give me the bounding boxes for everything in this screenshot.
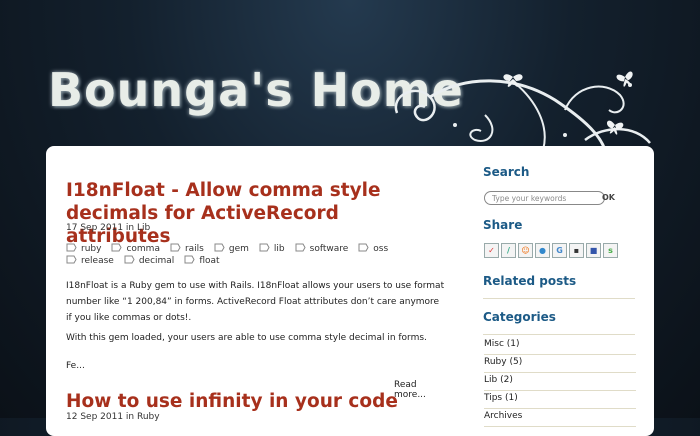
tag-label: comma xyxy=(126,244,160,254)
tag-icon xyxy=(124,255,135,264)
post-paragraph: I18nFloat is a Ruby gem to use with Rail… xyxy=(66,281,445,323)
tag-label: ruby xyxy=(81,244,102,254)
tag-label: release xyxy=(81,256,114,266)
delicious-icon[interactable]: ✓ xyxy=(484,243,499,258)
post-paragraph: With this gem loaded, your users are abl… xyxy=(66,333,427,343)
butterfly-swirl-decoration xyxy=(394,71,651,150)
content-card: I18nFloat - Allow comma style decimals f… xyxy=(46,146,654,436)
technorati-icon[interactable]: ● xyxy=(535,243,550,258)
tag-list: ruby comma rails gem lib software oss release de… xyxy=(66,243,446,267)
tag-link[interactable]: float xyxy=(184,255,220,267)
category-item[interactable]: Ruby (5) xyxy=(484,355,636,373)
post-meta: 17 Sep 2011 in Lib xyxy=(66,223,151,233)
tag-label: rails xyxy=(184,244,204,254)
tag-icon xyxy=(66,243,77,252)
category-item[interactable]: Lib (2) xyxy=(484,373,636,391)
tag-label: lib xyxy=(273,244,285,254)
search-widget-title: Search xyxy=(483,165,530,179)
search-input[interactable] xyxy=(484,191,605,205)
site-header: Bounga's Home xyxy=(45,55,655,150)
tag-label: gem xyxy=(228,244,249,254)
tag-link[interactable]: oss xyxy=(358,243,388,255)
butterfly-icon xyxy=(616,71,633,87)
tag-link[interactable]: decimal xyxy=(124,255,174,267)
digg-icon[interactable]: / xyxy=(501,243,516,258)
tag-icon xyxy=(111,243,123,252)
reddit-icon[interactable]: ☺ xyxy=(518,243,533,258)
post-paragraph: Fe... xyxy=(66,361,85,371)
divider xyxy=(483,298,635,299)
tag-icon xyxy=(295,243,306,252)
butterfly-icon xyxy=(607,120,624,135)
categories-title: Categories xyxy=(483,310,556,324)
tag-label: decimal xyxy=(138,256,175,266)
tag-label: oss xyxy=(373,244,389,254)
tag-link[interactable]: rails xyxy=(170,243,204,255)
tag-icon xyxy=(170,243,181,252)
post-meta: 12 Sep 2011 in Ruby xyxy=(66,412,160,422)
post-title[interactable]: How to use infinity in your code xyxy=(66,390,446,413)
tag-link[interactable]: ruby xyxy=(66,243,101,255)
divider xyxy=(483,334,635,335)
share-widget-title: Share xyxy=(483,218,523,232)
tag-link[interactable]: gem xyxy=(214,243,249,255)
related-posts-title: Related posts xyxy=(483,274,577,288)
delicious-squares-icon[interactable]: ▪ xyxy=(569,243,584,258)
tag-label: float xyxy=(199,256,220,266)
tag-link[interactable]: software xyxy=(295,243,349,255)
google-icon[interactable]: G xyxy=(552,243,567,258)
category-item[interactable]: Archives xyxy=(484,409,636,427)
share-icons: ✓ / ☺ ● G ▪ ■ s xyxy=(484,243,620,259)
stumbleupon-icon[interactable]: s xyxy=(603,243,618,258)
category-item[interactable]: Misc (1) xyxy=(484,337,636,355)
tag-label: software xyxy=(309,244,349,254)
tag-link[interactable]: lib xyxy=(259,243,285,255)
category-item[interactable]: Tips (1) xyxy=(484,391,636,409)
tag-icon xyxy=(184,255,195,264)
post-title[interactable]: I18nFloat - Allow comma style decimals f… xyxy=(66,179,446,248)
tag-link[interactable]: release xyxy=(66,255,114,267)
facebook-icon[interactable]: ■ xyxy=(586,243,601,258)
tag-link[interactable]: comma xyxy=(111,243,160,255)
tag-icon xyxy=(358,243,369,252)
tag-icon xyxy=(259,243,270,252)
search-ok-button[interactable]: OK xyxy=(602,193,615,202)
tag-icon xyxy=(66,255,77,264)
tag-icon xyxy=(214,243,225,252)
